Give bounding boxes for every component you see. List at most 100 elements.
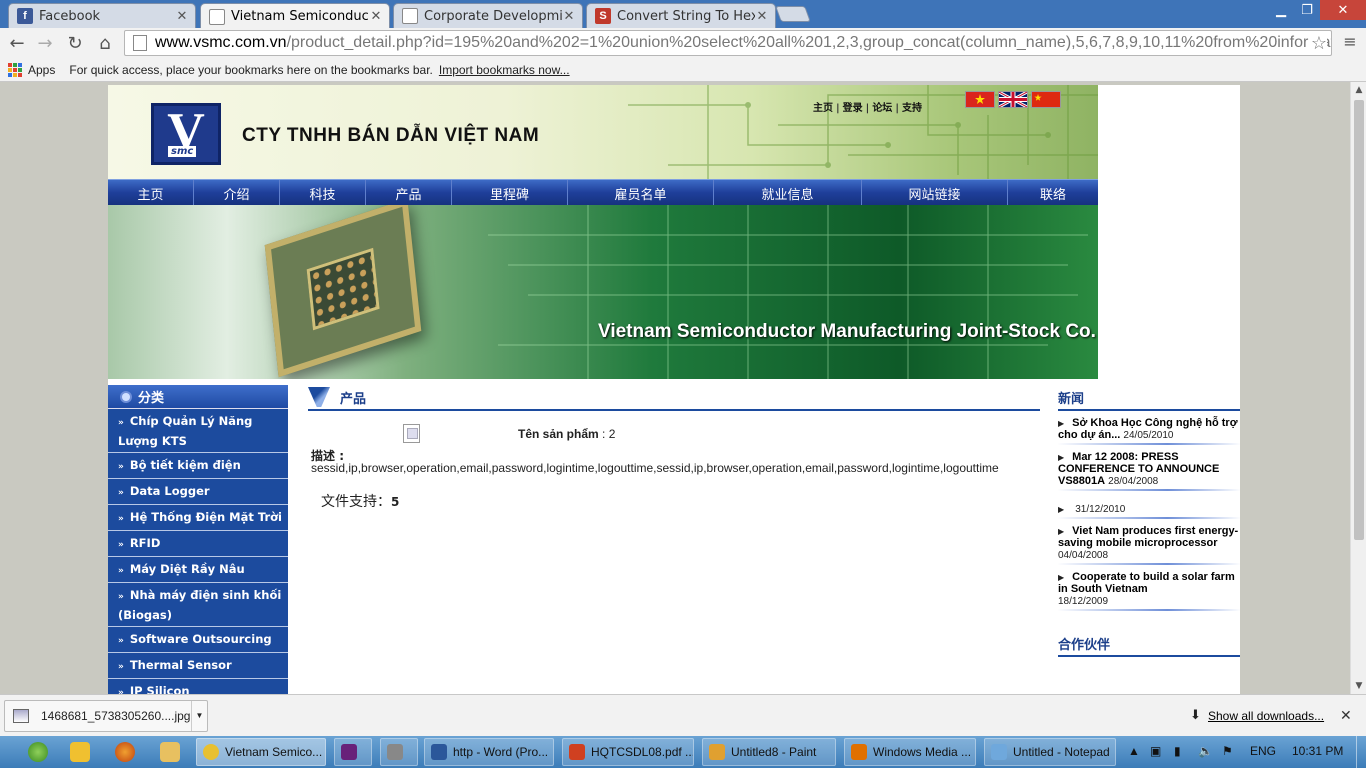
home-icon[interactable]: ⌂	[92, 31, 118, 55]
forward-icon[interactable]: →	[32, 31, 58, 55]
china-flag-icon[interactable]	[1031, 91, 1061, 108]
scrollbar-thumb[interactable]	[1354, 100, 1364, 540]
file-support: 文件支持：5	[321, 491, 399, 511]
double-arrow-icon: »	[118, 514, 124, 524]
flag-icon[interactable]: ⚑	[1222, 744, 1233, 758]
nav-jobs[interactable]: 就业信息	[714, 180, 862, 206]
nav-milestones[interactable]: 里程碑	[452, 180, 568, 206]
word-icon	[431, 744, 447, 760]
visual-studio-icon	[341, 744, 357, 760]
explorer-folder-icon[interactable]	[160, 742, 180, 762]
tab-corporate-developmint[interactable]: Corporate Developmint - ✕	[393, 3, 583, 28]
chrome-icon	[203, 744, 219, 760]
apps-icon[interactable]	[8, 62, 22, 77]
bookmark-star-icon[interactable]: ☆	[1308, 33, 1327, 54]
vertical-scrollbar[interactable]: ▲ ▼	[1350, 82, 1366, 694]
news-item[interactable]: ▶ 31/12/2010	[1058, 491, 1240, 519]
clock[interactable]: 10:31 PM	[1292, 744, 1343, 758]
battery-icon[interactable]: ▮	[1174, 744, 1181, 758]
minimize-icon[interactable]: ▁	[1268, 0, 1294, 20]
close-icon[interactable]: ✕	[1340, 707, 1352, 724]
tab-close-icon[interactable]: ✕	[562, 9, 576, 24]
tab-close-icon[interactable]: ✕	[369, 9, 383, 24]
back-icon[interactable]: ←	[4, 31, 30, 55]
tab-close-icon[interactable]: ✕	[175, 9, 189, 24]
nav-contact[interactable]: 联络	[1008, 180, 1098, 206]
double-arrow-icon: »	[118, 418, 124, 428]
category-item[interactable]: » IP Silicon	[108, 679, 288, 694]
vietnam-flag-icon[interactable]	[965, 91, 995, 108]
nav-employees[interactable]: 雇员名单	[568, 180, 714, 206]
category-item[interactable]: » Bộ tiết kiệm điện	[108, 453, 288, 479]
taskbar-notepad[interactable]: Untitled - Notepad	[984, 738, 1116, 766]
news-title: 新闻	[1058, 385, 1240, 411]
category-item[interactable]: » Hệ Thống Điện Mặt Trời	[108, 505, 288, 531]
start-orb-icon[interactable]	[28, 742, 48, 762]
tab-facebook[interactable]: f Facebook ✕	[8, 3, 196, 28]
news-item[interactable]: ▶ Mar 12 2008: PRESS CONFERENCE TO ANNOUN…	[1058, 445, 1240, 491]
toplink-home[interactable]: 主页	[813, 103, 833, 114]
apps-link[interactable]: Apps	[28, 63, 55, 77]
tab-convert-string[interactable]: S Convert String To Hexade ✕	[586, 3, 776, 28]
web-page: V smc CTY TNHH BÁN DẪN VIỆT NAM 主页 | 登录 | 论坛…	[108, 85, 1240, 694]
nav-links[interactable]: 网站链接	[862, 180, 1008, 206]
news-item[interactable]: ▶ Cooperate to build a solar farm in Sout…	[1058, 565, 1240, 611]
category-item[interactable]: » RFID	[108, 531, 288, 557]
facebook-icon: f	[17, 8, 33, 24]
vsmc-logo[interactable]: V smc	[151, 103, 221, 165]
tray-expand-icon[interactable]: ▲	[1128, 744, 1140, 758]
taskbar-visual-studio[interactable]	[334, 738, 372, 766]
category-item[interactable]: » Data Logger	[108, 479, 288, 505]
pdf-icon	[569, 744, 585, 760]
category-sidebar: 分类 » Chíp Quản Lý Năng Lượng KTS » Bộ tiết…	[108, 385, 288, 694]
reload-icon[interactable]: ↻	[62, 31, 88, 55]
chrome-menu-icon[interactable]: ≡	[1340, 32, 1360, 52]
category-item[interactable]: » Chíp Quản Lý Năng Lượng KTS	[108, 409, 288, 453]
maximize-icon[interactable]: ❐	[1294, 0, 1320, 20]
page-icon	[133, 35, 147, 51]
show-desktop-button[interactable]	[1356, 736, 1366, 768]
news-item[interactable]: ▶ Viet Nam produces first energy-saving m…	[1058, 519, 1240, 565]
nav-products[interactable]: 产品	[366, 180, 452, 206]
news-item[interactable]: ▶ Sở Khoa Học Công nghệ hỗ trợ cho dự án.…	[1058, 411, 1240, 445]
shortcut-icon[interactable]	[70, 742, 90, 762]
double-arrow-icon: »	[118, 662, 124, 672]
category-item[interactable]: » Máy Diệt Rầy Nâu	[108, 557, 288, 583]
close-window-icon[interactable]: ✕	[1320, 0, 1366, 20]
nav-introduction[interactable]: 介绍	[194, 180, 280, 206]
taskbar-media-player[interactable]: Windows Media ...	[844, 738, 976, 766]
scroll-up-icon[interactable]: ▲	[1351, 82, 1366, 98]
new-tab-button[interactable]	[775, 6, 811, 22]
uk-flag-icon[interactable]	[998, 90, 1028, 109]
taskbar-tools[interactable]	[380, 738, 418, 766]
import-bookmarks-link[interactable]: Import bookmarks now...	[439, 63, 570, 77]
tab-vietnam-semiconductor[interactable]: Vietnam Semiconductor M ✕	[200, 3, 390, 29]
firefox-icon[interactable]	[115, 742, 135, 762]
category-item[interactable]: » Thermal Sensor	[108, 653, 288, 679]
chevron-down-icon[interactable]: ▼	[191, 701, 207, 731]
product-name-value: : 2	[602, 427, 616, 441]
tab-title: Corporate Developmint -	[424, 8, 562, 24]
taskbar-pdf[interactable]: HQTCSDL08.pdf ...	[562, 738, 694, 766]
nav-home[interactable]: 主页	[108, 180, 194, 206]
toplink-forum[interactable]: 论坛	[872, 103, 892, 114]
tab-close-icon[interactable]: ✕	[755, 9, 769, 24]
scroll-down-icon[interactable]: ▼	[1351, 678, 1366, 694]
category-item[interactable]: » Software Outsourcing	[108, 627, 288, 653]
toplink-login[interactable]: 登录	[843, 103, 863, 114]
double-arrow-icon: »	[118, 488, 124, 498]
file-support-label: 文件支持：	[321, 494, 391, 510]
taskbar-word[interactable]: http - Word (Pro...	[424, 738, 554, 766]
nav-technology[interactable]: 科技	[280, 180, 366, 206]
download-item[interactable]: 1468681_5738305260....jpg ▼	[4, 700, 208, 732]
taskbar-chrome[interactable]: Vietnam Semico...	[196, 738, 326, 766]
show-all-downloads-link[interactable]: Show all downloads...	[1208, 709, 1324, 723]
category-item[interactable]: » Nhà máy điện sinh khối (Biogas)	[108, 583, 288, 627]
language-indicator[interactable]: ENG	[1250, 744, 1276, 758]
network-icon[interactable]: ▣	[1150, 744, 1161, 758]
toplink-support[interactable]: 支持	[902, 103, 922, 114]
address-bar[interactable]: www.vsmc.com.vn/product_detail.php?id=19…	[124, 30, 1332, 56]
description-text: sessid,ip,browser,operation,email,passwo…	[311, 461, 999, 475]
taskbar-paint[interactable]: Untitled8 - Paint	[702, 738, 836, 766]
volume-icon[interactable]: 🔈	[1198, 744, 1213, 758]
